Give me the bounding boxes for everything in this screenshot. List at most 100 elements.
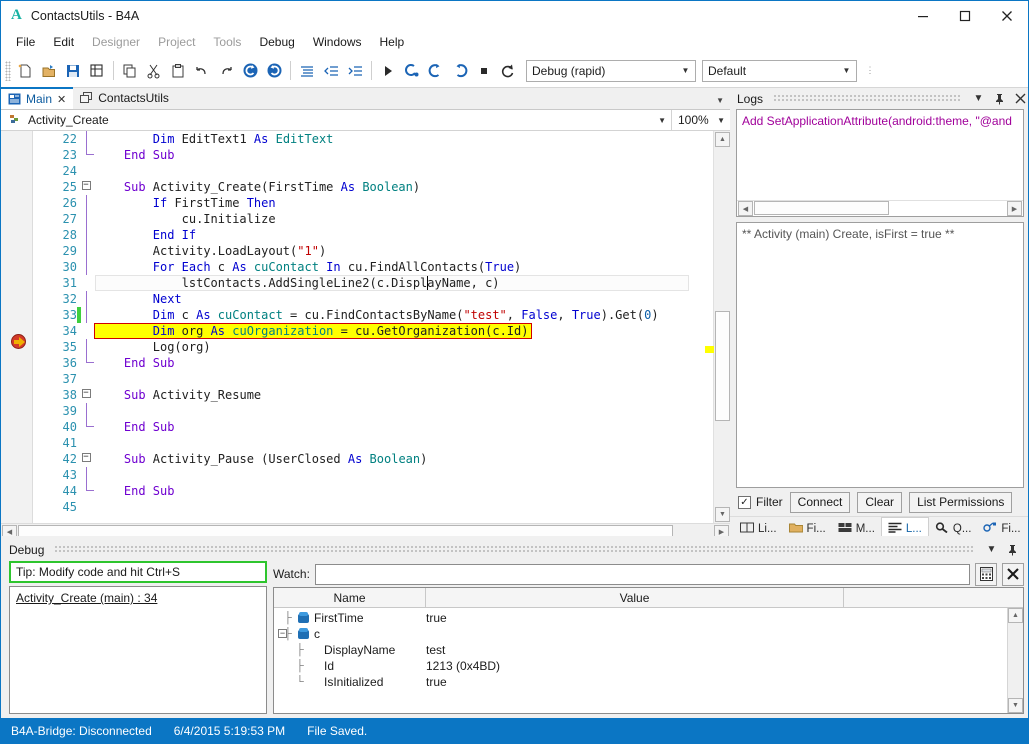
indent-icon[interactable] <box>343 59 367 83</box>
open-file-icon[interactable] <box>37 59 61 83</box>
column-header-name[interactable]: Name <box>274 588 426 607</box>
code-line[interactable]: 29Activity.LoadLayout("1") <box>33 243 713 259</box>
stop-icon[interactable] <box>472 59 496 83</box>
close-button[interactable] <box>986 1 1028 30</box>
code-line[interactable]: 25−Sub Activity_Create(FirstTime As Bool… <box>33 179 713 195</box>
debug-menu-chevron-icon[interactable]: ▼ <box>984 542 999 558</box>
code-line[interactable]: 23End Sub <box>33 147 713 163</box>
code-line[interactable]: 30For Each c As cuContact In cu.FindAllC… <box>33 259 713 275</box>
maximize-button[interactable] <box>944 1 986 30</box>
watch-row-item[interactable]: ├Id1213 (0x4BD) <box>274 658 1007 674</box>
code-line[interactable]: 26If FirstTime Then <box>33 195 713 211</box>
call-stack-list[interactable]: Activity_Create (main) : 34 <box>9 586 267 714</box>
code-line[interactable]: 22Dim EditText1 As EditText <box>33 131 713 147</box>
new-file-icon[interactable] <box>13 59 37 83</box>
run-icon[interactable] <box>376 59 400 83</box>
step-out-icon[interactable] <box>448 59 472 83</box>
scroll-thumb[interactable] <box>715 311 730 421</box>
breakpoint-margin[interactable] <box>1 131 33 523</box>
code-line[interactable]: 38−Sub Activity_Resume <box>33 387 713 403</box>
code-line[interactable]: 44End Sub <box>33 483 713 499</box>
watch-scroll-up-button[interactable]: ▲ <box>1008 608 1023 623</box>
column-header-value[interactable]: Value <box>426 588 843 607</box>
fold-toggle[interactable]: − <box>81 451 91 467</box>
code-text-area[interactable]: 22Dim EditText1 As EditText23End Sub2425… <box>33 131 713 523</box>
code-line[interactable]: 31lstContacts.AddSingleLine2(c.DisplayNa… <box>33 275 713 291</box>
logs-output-box[interactable]: ** Activity (main) Create, isFirst = tru… <box>736 222 1024 488</box>
fold-toggle[interactable]: − <box>81 179 91 195</box>
code-line[interactable]: 34Dim org As cuOrganization = cu.GetOrga… <box>33 323 713 339</box>
step-over-icon[interactable] <box>424 59 448 83</box>
code-line[interactable]: 36End Sub <box>33 355 713 371</box>
code-line[interactable]: 32Next <box>33 291 713 307</box>
code-line[interactable]: 43 <box>33 467 713 483</box>
connect-button[interactable]: Connect <box>790 492 851 513</box>
clear-button[interactable]: Clear <box>857 492 902 513</box>
logs-scroll-left-button[interactable]: ◀ <box>738 201 753 216</box>
debug-panel-grip[interactable] <box>54 545 974 554</box>
undo-icon[interactable] <box>190 59 214 83</box>
code-line[interactable]: 39 <box>33 403 713 419</box>
code-editor[interactable]: 22Dim EditText1 As EditText23End Sub2425… <box>1 131 730 523</box>
copy-icon[interactable] <box>118 59 142 83</box>
menu-help[interactable]: Help <box>371 32 414 52</box>
toolbar-overflow-icon[interactable]: ⋮ <box>863 62 877 80</box>
fold-toggle[interactable]: − <box>81 387 91 403</box>
menu-tools[interactable]: Tools <box>204 32 250 52</box>
evaluate-expression-button[interactable] <box>975 563 997 586</box>
scroll-up-button[interactable]: ▲ <box>715 132 730 147</box>
paste-icon[interactable] <box>166 59 190 83</box>
format-code-icon[interactable] <box>295 59 319 83</box>
code-line[interactable]: 42−Sub Activity_Pause (UserClosed As Boo… <box>33 451 713 467</box>
logs-scroll-right-button[interactable]: ▶ <box>1007 201 1022 216</box>
logs-hscroll-track[interactable] <box>754 201 1006 216</box>
scroll-down-button[interactable]: ▼ <box>715 507 730 522</box>
editor-vertical-scrollbar[interactable]: ▲ ▼ <box>713 131 730 523</box>
watch-grid[interactable]: Name Value ├FirstTimetrue├−c├DisplayName… <box>273 587 1024 714</box>
logs-close-icon[interactable] <box>1013 91 1028 107</box>
watch-row-item[interactable]: ├FirstTimetrue <box>274 610 1007 626</box>
filter-checkbox[interactable]: ✓ <box>738 496 751 509</box>
code-line[interactable]: 28End If <box>33 227 713 243</box>
cut-icon[interactable] <box>142 59 166 83</box>
navigate-forward-icon[interactable] <box>262 59 286 83</box>
code-line[interactable]: 24 <box>33 163 713 179</box>
watch-row-item[interactable]: └IsInitializedtrue <box>274 674 1007 690</box>
redo-icon[interactable] <box>214 59 238 83</box>
toolbar-grip[interactable] <box>5 61 11 81</box>
menu-file[interactable]: File <box>7 32 44 52</box>
watch-input[interactable] <box>315 564 970 585</box>
zoom-combo[interactable]: 100% ▼ <box>672 110 730 131</box>
menu-windows[interactable]: Windows <box>304 32 371 52</box>
code-line[interactable]: 37 <box>33 371 713 387</box>
code-line[interactable]: 45 <box>33 499 713 515</box>
call-stack-item[interactable]: Activity_Create (main) : 34 <box>16 591 260 605</box>
outdent-icon[interactable] <box>319 59 343 83</box>
logs-menu-chevron-icon[interactable]: ▼ <box>971 91 986 107</box>
config-combo[interactable]: Default ▼ <box>702 60 857 82</box>
debug-pin-icon[interactable] <box>1005 542 1020 558</box>
menu-edit[interactable]: Edit <box>44 32 83 52</box>
tab-list-chevron-icon[interactable]: ▼ <box>716 96 724 105</box>
tab-main[interactable]: Main ✕ <box>1 87 73 109</box>
code-line[interactable]: 40End Sub <box>33 419 713 435</box>
menu-project[interactable]: Project <box>149 32 204 52</box>
watch-vertical-scrollbar[interactable]: ▲ ▼ <box>1007 608 1023 713</box>
current-statement-icon[interactable] <box>11 334 26 349</box>
navigate-back-icon[interactable] <box>238 59 262 83</box>
watch-rows[interactable]: ├FirstTimetrue├−c├DisplayNametest├Id1213… <box>274 608 1007 713</box>
code-line[interactable]: 27cu.Initialize <box>33 211 713 227</box>
step-into-icon[interactable] <box>400 59 424 83</box>
tab-close-icon[interactable]: ✕ <box>57 93 66 106</box>
tab-contactsutils[interactable]: ContactsUtils <box>73 87 176 109</box>
code-line[interactable]: 35Log(org) <box>33 339 713 355</box>
expand-collapse-toggle[interactable]: − <box>278 629 287 638</box>
logs-top-hscroll[interactable]: ◀ ▶ <box>737 200 1023 216</box>
logs-panel-grip[interactable] <box>773 94 961 103</box>
menu-debug[interactable]: Debug <box>250 32 303 52</box>
menu-designer[interactable]: Designer <box>83 32 149 52</box>
watch-row-item[interactable]: ├−c <box>274 626 1007 642</box>
list-permissions-button[interactable]: List Permissions <box>909 492 1012 513</box>
filter-checkbox-wrap[interactable]: ✓ Filter <box>738 495 783 509</box>
code-line[interactable]: 41 <box>33 435 713 451</box>
